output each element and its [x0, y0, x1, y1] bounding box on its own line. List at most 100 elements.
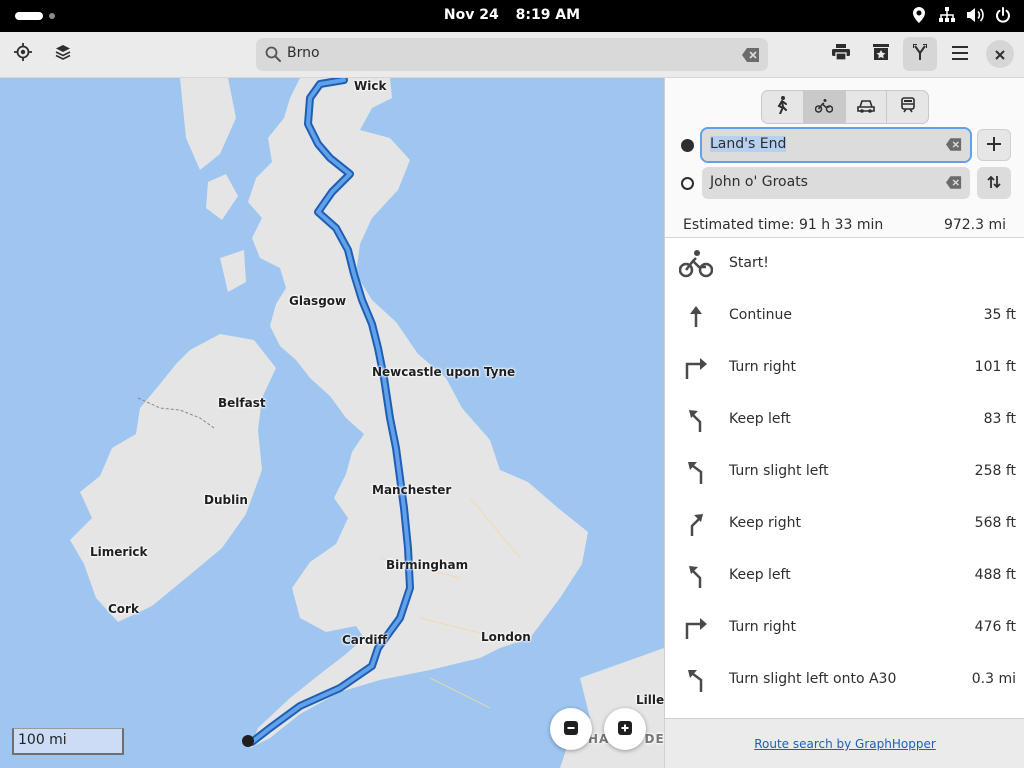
mode-transit-button[interactable]: [887, 91, 928, 123]
transport-mode-selector: [761, 90, 929, 124]
turn-right-icon: [679, 614, 713, 642]
place-search-entry[interactable]: Brno: [256, 38, 768, 71]
route-planner-toggle[interactable]: [903, 37, 937, 71]
system-top-bar: Nov 24 8:19 AM: [0, 0, 1024, 32]
location-icon: [910, 6, 928, 24]
search-icon: [265, 46, 281, 66]
mode-car-button[interactable]: [846, 91, 888, 123]
instruction-distance: 101 ft: [974, 359, 1016, 375]
print-icon: [832, 44, 850, 64]
main-menu-button[interactable]: [943, 37, 977, 71]
locate-button[interactable]: [6, 37, 40, 71]
layers-button[interactable]: [46, 37, 80, 71]
instruction-text: Start!: [729, 255, 769, 271]
instruction-item[interactable]: Start!: [665, 238, 1024, 290]
city-label: Lille: [636, 693, 664, 707]
instruction-text: Keep right: [729, 515, 801, 531]
map-tiles: [70, 78, 664, 768]
instruction-text: Turn right: [729, 619, 797, 635]
clock-date: Nov 24: [443, 7, 499, 23]
mode-pedestrian-button[interactable]: [762, 91, 804, 123]
instruction-text: Turn slight left: [729, 463, 829, 479]
zoom-out-icon: [564, 720, 578, 739]
map-scale: 100 mi: [12, 728, 124, 755]
favorites-button[interactable]: [864, 37, 898, 71]
volume-icon: [966, 6, 984, 24]
city-label: Cardiff: [342, 633, 388, 647]
close-button[interactable]: [986, 40, 1014, 68]
city-label: Belfast: [218, 396, 266, 410]
instruction-distance: 35 ft: [983, 307, 1016, 323]
transit-icon: [900, 97, 915, 117]
turn-right-icon: [679, 354, 713, 382]
reverse-route-button[interactable]: [977, 167, 1011, 199]
instruction-item[interactable]: Keep right 568 ft: [665, 498, 1024, 550]
close-icon: [995, 45, 1005, 64]
instruction-text: Turn right: [729, 359, 797, 375]
zoom-in-icon: [618, 720, 632, 739]
keep-left-icon: [679, 562, 713, 590]
start-marker-icon: [681, 139, 694, 152]
city-label: Cork: [108, 602, 139, 616]
clear-search-icon[interactable]: [742, 47, 760, 66]
city-label: Limerick: [90, 545, 148, 559]
total-distance: 972.3 mi: [943, 217, 1006, 233]
graphhopper-link[interactable]: Route search by GraphHopper: [754, 737, 936, 751]
map-view[interactable]: Wick Glasgow Belfast Newcastle upon Tyne…: [0, 78, 664, 768]
estimated-time: Estimated time: 91 h 33 min: [683, 217, 884, 233]
bicycle-icon: [679, 250, 713, 278]
layers-icon: [55, 44, 71, 64]
instruction-list[interactable]: Start! Continue 35 ft Turn right 101 ft …: [665, 238, 1024, 718]
car-icon: [857, 98, 875, 117]
clear-to-icon[interactable]: [946, 176, 962, 193]
arrow-up-icon: [679, 302, 713, 330]
slight-left-icon: [679, 458, 713, 486]
header-bar: Brno: [0, 32, 1024, 78]
zoom-out-button[interactable]: [550, 708, 592, 750]
instruction-distance: 568 ft: [974, 515, 1016, 531]
add-via-button[interactable]: [977, 129, 1011, 161]
instruction-text: Keep left: [729, 567, 791, 583]
route-start-marker: [242, 735, 254, 747]
instruction-distance: 476 ft: [974, 619, 1016, 635]
swap-icon: [987, 174, 1001, 193]
instruction-item[interactable]: Turn slight left onto A30 0.3 mi: [665, 654, 1024, 706]
locate-icon: [14, 43, 32, 65]
route-icon: [912, 43, 928, 64]
keep-left-icon: [679, 406, 713, 434]
clock-time: 8:19 AM: [515, 7, 581, 23]
instruction-text: Continue: [729, 307, 792, 323]
search-value: Brno: [287, 45, 320, 61]
clock[interactable]: Nov 24 8:19 AM: [0, 7, 1024, 23]
instruction-item[interactable]: Turn slight left 258 ft: [665, 446, 1024, 498]
route-to-field[interactable]: John o' Groats: [702, 167, 970, 199]
instruction-item[interactable]: Keep left 83 ft: [665, 394, 1024, 446]
route-from-field[interactable]: Land's End: [700, 127, 972, 163]
instruction-distance: 83 ft: [983, 411, 1016, 427]
network-icon: [938, 6, 956, 24]
plus-icon: [987, 136, 1001, 155]
pedestrian-icon: [776, 96, 788, 118]
system-tray[interactable]: [910, 6, 1012, 24]
city-label: Glasgow: [289, 294, 347, 308]
mode-bicycle-button[interactable]: [803, 91, 846, 123]
instruction-item[interactable]: Continue 35 ft: [665, 290, 1024, 342]
instruction-item[interactable]: Keep left 488 ft: [665, 550, 1024, 602]
instruction-distance: 0.3 mi: [971, 671, 1016, 687]
instruction-item[interactable]: Turn right 476 ft: [665, 602, 1024, 654]
instruction-text: Keep left: [729, 411, 791, 427]
menu-icon: [952, 45, 968, 64]
instruction-text: Turn slight left onto A30: [729, 671, 897, 687]
instruction-item[interactable]: Turn right 101 ft: [665, 342, 1024, 394]
zoom-in-button[interactable]: [604, 708, 646, 750]
bicycle-icon: [814, 98, 834, 117]
clear-from-icon[interactable]: [946, 138, 962, 155]
city-label: Manchester: [372, 483, 452, 497]
print-button[interactable]: [824, 37, 858, 71]
slight-left-icon: [679, 666, 713, 694]
city-label: Dublin: [204, 493, 248, 507]
route-to-row: John o' Groats: [665, 167, 1024, 199]
favorites-icon: [873, 44, 889, 64]
instruction-distance: 258 ft: [974, 463, 1016, 479]
city-label: Newcastle upon Tyne: [372, 365, 516, 379]
